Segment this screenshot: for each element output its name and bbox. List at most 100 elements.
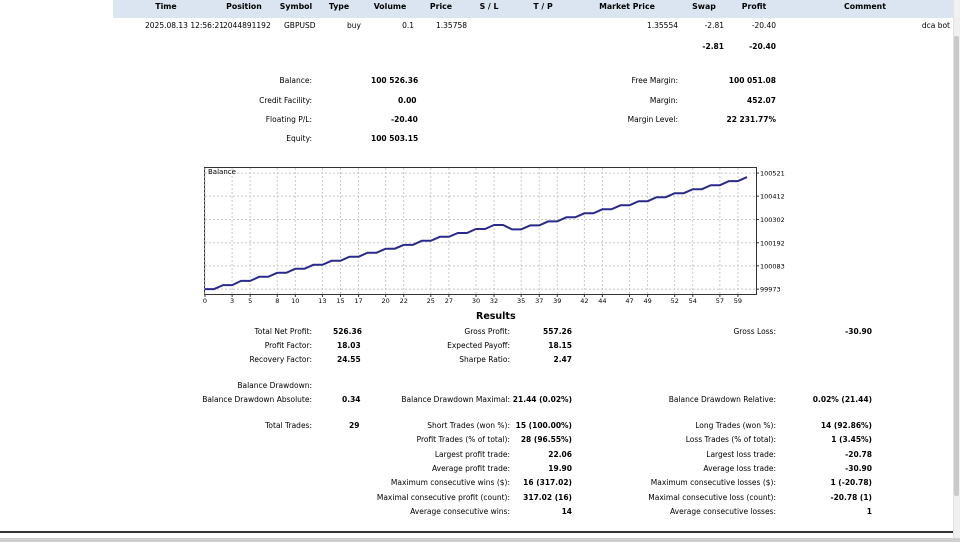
col-market-price[interactable]: Market Price	[596, 2, 658, 11]
x-tick-label: 20	[382, 297, 390, 303]
avg-cons-wins-value: 14	[561, 507, 572, 516]
long-trades-value: 14 (92.86%)	[820, 421, 872, 430]
col-sl[interactable]: S / L	[474, 2, 504, 11]
balance-drawdown-label: Balance Drawdown:	[237, 381, 312, 390]
dd-relative-label: Balance Drawdown Relative:	[668, 395, 776, 404]
dd-maximal-label: Balance Drawdown Maximal:	[401, 395, 510, 404]
x-tick-label: 15	[336, 297, 344, 303]
x-tick-label: 49	[643, 297, 651, 303]
total-profit: -20.40	[749, 42, 776, 51]
col-volume[interactable]: Volume	[368, 2, 412, 11]
gross-loss-value: -30.90	[845, 327, 872, 336]
max-cons-losses-value: 1 (-20.78)	[830, 478, 872, 487]
col-profit[interactable]: Profit	[738, 2, 770, 11]
profit-trades-value: 28 (96.55%)	[520, 435, 572, 444]
cell-position: 2044891192	[223, 21, 271, 30]
cell-time: 2025.08.13 12:56:21	[145, 21, 225, 30]
total-net-profit-label: Total Net Profit:	[254, 327, 312, 336]
cell-volume: 0.1	[402, 21, 414, 30]
max-cons-losses-label: Maximum consecutive losses ($):	[650, 478, 776, 487]
recovery-factor-label: Recovery Factor:	[249, 355, 312, 364]
total-swap: -2.81	[702, 42, 724, 51]
short-trades-label: Short Trades (won %):	[427, 421, 510, 430]
max-cons-profit-label: Maximal consecutive profit (count):	[376, 493, 510, 502]
avg-profit-label: Average profit trade:	[431, 464, 510, 473]
profit-factor-label: Profit Factor:	[264, 341, 312, 350]
dd-absolute-value: 0.34	[342, 395, 361, 404]
avg-cons-losses-value: 1	[866, 507, 872, 516]
col-comment[interactable]: Comment	[840, 2, 890, 11]
balance-label: Balance:	[279, 76, 312, 85]
short-trades-value: 15 (100.00%)	[515, 421, 572, 430]
y-tick-label: 100412	[760, 193, 785, 201]
floating-value: -20.40	[391, 115, 418, 124]
dd-maximal-value: 21.44 (0.02%)	[512, 395, 572, 404]
x-tick-label: 35	[517, 297, 525, 303]
cell-symbol: GBPUSD	[284, 21, 316, 30]
margin-level-label: Margin Level:	[627, 115, 678, 124]
col-type[interactable]: Type	[322, 2, 356, 11]
x-tick-label: 37	[535, 297, 543, 303]
margin-level-value: 22 231.77%	[726, 115, 776, 124]
cell-type: buy	[347, 21, 361, 30]
max-cons-wins-value: 16 (317.02)	[523, 478, 572, 487]
col-position[interactable]: Position	[222, 2, 266, 11]
dd-absolute-label: Balance Drawdown Absolute:	[202, 395, 312, 404]
profit-factor-value: 18.03	[337, 341, 361, 350]
y-tick-label: 100083	[760, 262, 785, 270]
x-tick-label: 22	[400, 297, 408, 303]
x-tick-label: 10	[291, 297, 299, 303]
col-price[interactable]: Price	[424, 2, 458, 11]
x-tick-label: 27	[445, 297, 453, 303]
floating-label: Floating P/L:	[265, 115, 312, 124]
y-tick-label: 100302	[760, 216, 785, 224]
x-tick-label: 47	[625, 297, 633, 303]
dd-relative-value: 0.02% (21.44)	[812, 395, 872, 404]
col-symbol[interactable]: Symbol	[272, 2, 320, 11]
max-cons-loss-value: -20.78 (1)	[830, 493, 872, 502]
largest-profit-label: Largest profit trade:	[434, 450, 510, 459]
profit-trades-label: Profit Trades (% of total):	[416, 435, 510, 444]
gross-loss-label: Gross Loss:	[733, 327, 777, 336]
loss-trades-label: Loss Trades (% of total):	[685, 435, 776, 444]
avg-cons-losses-label: Average consecutive losses:	[669, 507, 776, 516]
cell-profit: -20.40	[751, 21, 776, 30]
x-tick-label: 25	[427, 297, 435, 303]
scrollbar-thumb[interactable]	[954, 36, 959, 496]
x-tick-label: 39	[553, 297, 561, 303]
max-cons-wins-label: Maximum consecutive wins ($):	[390, 478, 510, 487]
free-margin-label: Free Margin:	[631, 76, 678, 85]
results-title: Results	[476, 311, 516, 322]
equity-label: Equity:	[286, 134, 312, 143]
x-tick-label: 17	[354, 297, 362, 303]
x-tick-label: 3	[230, 297, 234, 303]
x-tick-label: 52	[671, 297, 679, 303]
x-tick-label: 13	[318, 297, 326, 303]
free-margin-value: 100 051.08	[728, 76, 776, 85]
largest-loss-value: -20.78	[845, 450, 872, 459]
x-tick-label: 5	[248, 297, 252, 303]
credit-label: Credit Facility:	[259, 96, 312, 105]
sharpe-ratio-label: Sharpe Ratio:	[459, 355, 510, 364]
col-swap[interactable]: Swap	[688, 2, 720, 11]
y-tick-label: 100192	[760, 239, 785, 247]
x-tick-label: 54	[689, 297, 697, 303]
largest-profit-value: 22.06	[548, 450, 572, 459]
recovery-factor-value: 24.55	[337, 355, 361, 364]
total-trades-value: 29	[349, 421, 360, 430]
x-tick-label: 59	[734, 297, 742, 303]
col-tp[interactable]: T / P	[528, 2, 558, 11]
col-time[interactable]: Time	[140, 2, 192, 11]
panel-divider	[0, 531, 953, 533]
balance-chart: 99973100083100192100302100412100521 0358…	[203, 167, 785, 303]
sharpe-ratio-value: 2.47	[553, 355, 572, 364]
cell-swap: -2.81	[704, 21, 724, 30]
x-tick-label: 44	[598, 297, 606, 303]
total-net-profit-value: 526.36	[333, 327, 362, 336]
total-trades-label: Total Trades:	[265, 421, 312, 430]
max-cons-loss-label: Maximal consecutive loss (count):	[648, 493, 776, 502]
avg-loss-label: Average loss trade:	[703, 464, 776, 473]
x-tick-label: 57	[716, 297, 724, 303]
cell-comment: dca bot	[921, 21, 950, 30]
margin-value: 452.07	[747, 96, 776, 105]
